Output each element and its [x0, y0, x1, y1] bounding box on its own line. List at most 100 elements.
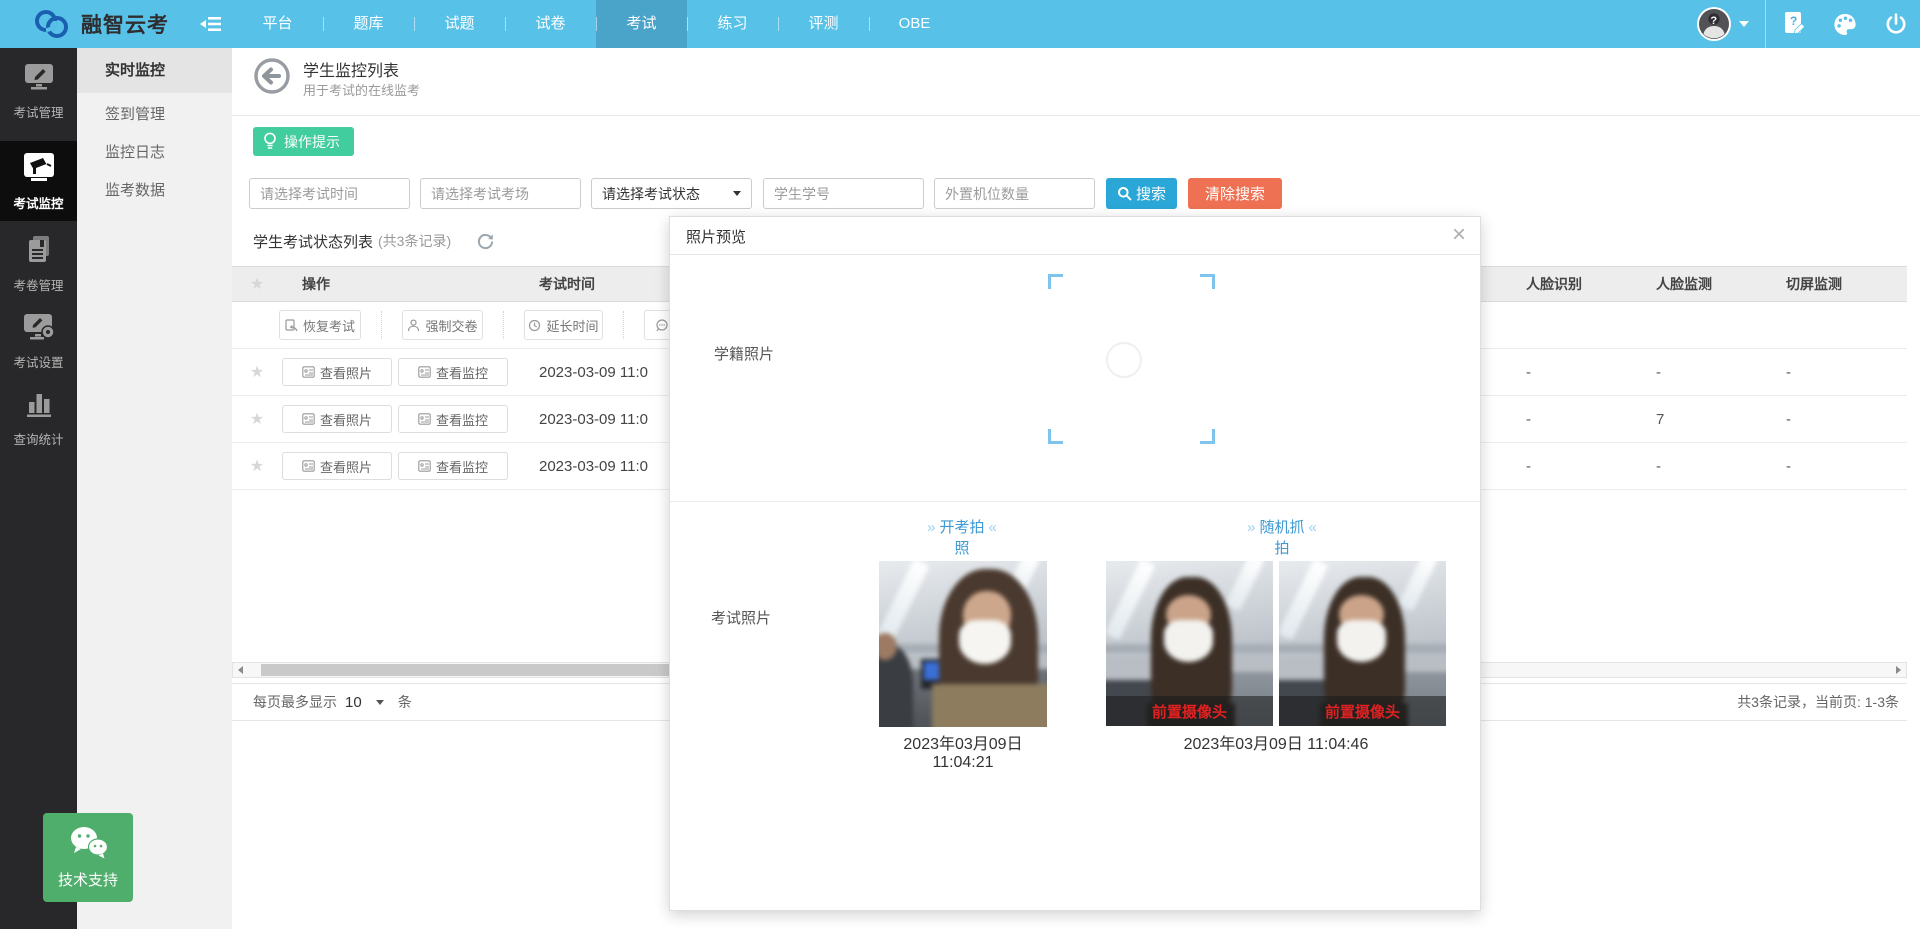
logout-power-icon[interactable]	[1884, 12, 1908, 36]
avatar[interactable]: ?	[1697, 7, 1731, 41]
scroll-left-arrow[interactable]	[233, 663, 248, 677]
exam-status-select[interactable]: 请选择考试状态	[591, 178, 752, 209]
modal-section-divider	[670, 501, 1480, 502]
nav-item-platform[interactable]: 平台	[232, 0, 323, 48]
page-size-select[interactable]: 10	[345, 694, 384, 711]
view-photos-button[interactable]: 查看照片	[282, 452, 392, 480]
face-id-cell: -	[1517, 364, 1647, 381]
random-capture-photo-1[interactable]: 前置摄像头	[1106, 561, 1273, 726]
clock-icon	[528, 319, 541, 332]
external-camera-count-input[interactable]	[934, 178, 1095, 209]
photo-preview-modal: 照片预览 × 学籍照片 考试照片 »开考拍« 照 »随机抓« 拍	[669, 216, 1481, 911]
submenu-item-realtime-monitor[interactable]: 实时监控	[77, 48, 232, 93]
back-button[interactable]	[253, 57, 291, 95]
statistics-bar-chart-icon	[23, 389, 55, 424]
arrow-left-icon: »	[923, 519, 939, 536]
view-photos-button[interactable]: 查看照片	[282, 405, 392, 433]
secondary-sidebar: 实时监控 签到管理 监控日志 监考数据	[77, 48, 232, 929]
force-submit-button[interactable]: 强制交卷	[402, 310, 483, 340]
help-icon[interactable]: ?	[1782, 11, 1806, 37]
student-id-input[interactable]	[763, 178, 924, 209]
page-subtitle: 用于考试的在线监考	[303, 80, 420, 99]
column-header-face-monitor: 人脸监测	[1647, 274, 1777, 294]
theme-palette-icon[interactable]	[1832, 12, 1858, 36]
sidebar-item-statistics[interactable]: 查询统计	[0, 389, 77, 448]
arrow-right-icon: «	[985, 519, 1001, 536]
sidebar-item-label: 考试设置	[13, 352, 63, 371]
sidebar-item-exam-manage[interactable]: 考试管理	[0, 62, 77, 121]
star-header-icon[interactable]: ★	[250, 276, 264, 293]
view-photos-button[interactable]: 查看照片	[282, 358, 392, 386]
sidebar-item-paper-manage[interactable]: 考卷管理	[0, 235, 77, 294]
force-submit-label: 强制交卷	[425, 316, 477, 335]
tab-random-text: 随机抓	[1259, 519, 1304, 536]
photo-art	[879, 561, 1047, 727]
operation-tips-button[interactable]: 操作提示	[253, 127, 354, 156]
menu-collapse-icon[interactable]	[200, 15, 222, 33]
refresh-icon[interactable]	[477, 233, 494, 250]
avatar-dropdown-caret[interactable]	[1739, 21, 1749, 27]
start-exam-photo[interactable]	[879, 561, 1047, 727]
nav-item-questions[interactable]: 试题	[414, 0, 505, 48]
app-window: 融智云考 平台 题库 试题 试卷 考试 练习 评测 OBE	[0, 0, 1920, 929]
search-icon	[1117, 186, 1132, 201]
view-monitor-button[interactable]: 查看监控	[398, 452, 508, 480]
view-monitor-button[interactable]: 查看监控	[398, 405, 508, 433]
search-button[interactable]: 搜索	[1106, 178, 1177, 209]
extend-time-label: 延长时间	[546, 316, 598, 335]
brand[interactable]: 融智云考	[30, 0, 169, 48]
submenu-item-monitor-log[interactable]: 监控日志	[77, 134, 232, 172]
resume-exam-button[interactable]: 恢复考试	[279, 310, 361, 340]
star-icon[interactable]: ★	[250, 411, 264, 428]
card-icon	[418, 366, 431, 378]
nav-item-papers[interactable]: 试卷	[505, 0, 596, 48]
paper-manage-icon	[23, 235, 55, 270]
divider	[381, 311, 382, 339]
camera-placeholder-icon	[1106, 342, 1142, 378]
clear-search-button[interactable]: 清除搜索	[1188, 178, 1282, 209]
brand-logo-icon	[30, 7, 72, 41]
face-id-cell: -	[1517, 411, 1647, 428]
star-icon[interactable]: ★	[250, 458, 264, 475]
exam-time-input[interactable]	[249, 178, 410, 209]
extend-time-button[interactable]: 延长时间	[524, 310, 603, 340]
submenu-item-proctor-data[interactable]: 监考数据	[77, 172, 232, 210]
pagination-summary: 共3条记录，当前页: 1-3条	[1737, 688, 1899, 716]
start-photo-time: 11:04:21	[879, 754, 1047, 772]
nav-item-question-bank[interactable]: 题库	[323, 0, 414, 48]
topbar-actions: ? ?	[1697, 0, 1908, 48]
exam-room-input[interactable]	[420, 178, 581, 209]
brand-name: 融智云考	[81, 9, 169, 39]
arrow-right-icon: «	[1305, 519, 1321, 536]
close-icon[interactable]: ×	[1452, 221, 1466, 249]
tab-random-capture[interactable]: »随机抓« 拍	[1202, 517, 1362, 559]
exam-status-value: 请选择考试状态	[602, 184, 700, 204]
sidebar-item-label: 查询统计	[13, 429, 63, 448]
scroll-right-arrow[interactable]	[1891, 663, 1906, 677]
arrow-left-icon: »	[1243, 519, 1259, 536]
enrollment-photo-placeholder	[1048, 274, 1215, 444]
nav-item-obe[interactable]: OBE	[869, 0, 960, 48]
svg-text:?: ?	[1710, 15, 1717, 27]
view-monitor-button[interactable]: 查看监控	[398, 358, 508, 386]
sidebar-item-exam-monitor[interactable]: 考试监控	[0, 141, 77, 221]
view-photos-label: 查看照片	[320, 363, 372, 382]
column-header-screen-monitor: 切屏监测	[1777, 274, 1907, 294]
camera-source-overlay: 前置摄像头	[1106, 696, 1273, 726]
nav-item-exam[interactable]: 考试	[596, 0, 687, 48]
wechat-icon	[67, 825, 109, 861]
record-count: (共3条记录)	[378, 231, 451, 251]
tab-start-text: 开考拍	[939, 519, 984, 536]
sidebar-item-exam-settings[interactable]: 考试设置	[0, 312, 77, 371]
nav-item-practice[interactable]: 练习	[687, 0, 778, 48]
star-icon[interactable]: ★	[250, 364, 264, 381]
submenu-item-checkin-manage[interactable]: 签到管理	[77, 96, 232, 134]
random-capture-photo-2[interactable]: 前置摄像头	[1279, 561, 1446, 726]
enrollment-photo-label: 学籍照片	[714, 343, 774, 364]
tech-support-button[interactable]: 技术支持	[43, 813, 133, 902]
tab-start-photo[interactable]: »开考拍« 照	[882, 517, 1042, 559]
person-icon	[407, 319, 420, 332]
page-size-suffix: 条	[398, 692, 412, 712]
nav-item-evaluation[interactable]: 评测	[778, 0, 869, 48]
face-monitor-cell: -	[1647, 458, 1777, 475]
